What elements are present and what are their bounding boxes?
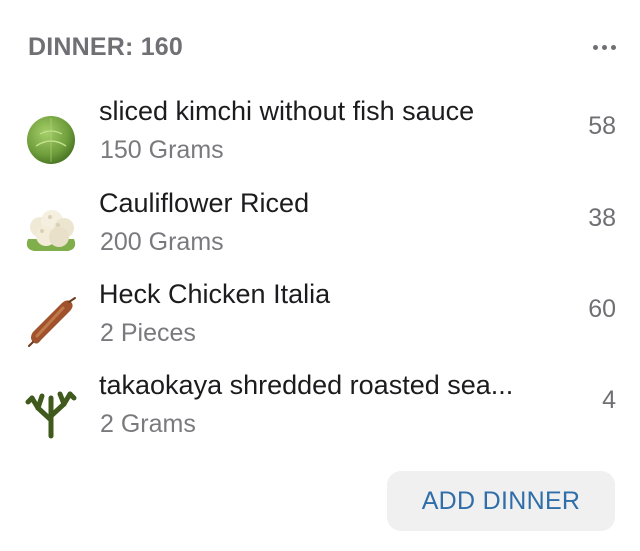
food-item-calories: 60: [588, 295, 616, 323]
cauliflower-icon: [22, 202, 80, 260]
food-item-name: Cauliflower Riced: [99, 188, 310, 218]
food-item-cauliflower[interactable]: Cauliflower Riced 200 Grams 38: [0, 180, 640, 272]
sausage-icon: [22, 293, 80, 351]
food-item-name: sliced kimchi without fish sauce: [99, 96, 475, 126]
meal-title: DINNER: 160: [28, 32, 184, 61]
food-item-amount: 2 Grams: [100, 410, 196, 438]
more-options-button[interactable]: [589, 39, 620, 56]
food-item-calories: 38: [588, 204, 616, 232]
add-dinner-button[interactable]: ADD DINNER: [387, 471, 615, 531]
more-dot-icon: [593, 44, 598, 50]
more-dot-icon: [602, 44, 607, 50]
more-dot-icon: [611, 44, 616, 50]
meal-header: DINNER: 160: [28, 30, 620, 64]
dinner-card: DINNER: 160 sliced kimchi without fish s…: [0, 0, 640, 551]
food-item-name: takaokaya shredded roasted sea...: [99, 370, 514, 400]
food-item-kimchi[interactable]: sliced kimchi without fish sauce 150 Gra…: [0, 88, 640, 180]
food-item-amount: 200 Grams: [100, 228, 224, 256]
cabbage-icon: [22, 110, 80, 168]
food-item-calories: 4: [602, 386, 616, 414]
food-item-amount: 2 Pieces: [100, 319, 196, 347]
food-item-seaweed[interactable]: takaokaya shredded roasted sea... 2 Gram…: [0, 362, 640, 454]
food-item-name: Heck Chicken Italia: [99, 279, 331, 309]
food-item-chicken[interactable]: Heck Chicken Italia 2 Pieces 60: [0, 271, 640, 363]
food-item-amount: 150 Grams: [100, 136, 224, 164]
food-item-calories: 58: [588, 112, 616, 140]
seaweed-icon: [22, 384, 80, 442]
